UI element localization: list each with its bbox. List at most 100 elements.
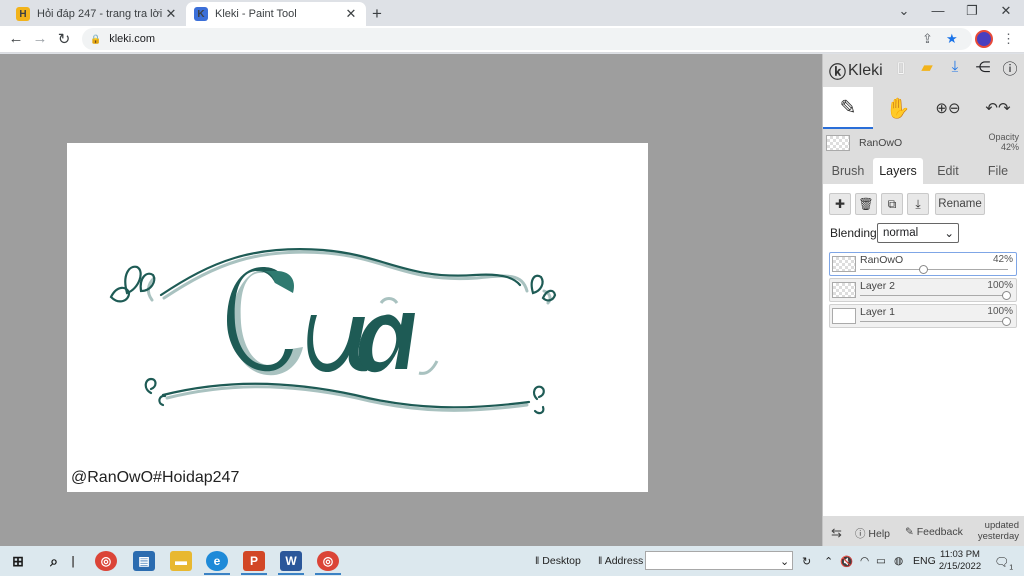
network-globe-icon[interactable]: ◍ xyxy=(894,555,903,567)
blending-select[interactable]: normal ⌄ xyxy=(877,223,959,243)
opacity-slider-knob[interactable] xyxy=(1002,317,1011,326)
file-explorer-icon[interactable]: ▬ xyxy=(170,551,192,571)
tray-chevron-up-icon[interactable]: ⌃ xyxy=(824,555,833,568)
layer-name: RanOwO xyxy=(860,254,904,266)
current-layer-opacity: Opacity 42% xyxy=(988,132,1019,152)
powerpoint-icon[interactable]: P xyxy=(243,551,265,571)
notification-center-icon[interactable]: 🗨1 xyxy=(994,555,1013,571)
tab-file[interactable]: File xyxy=(973,158,1023,184)
new-tab-plus-icon[interactable]: + xyxy=(372,4,382,24)
lettering-artwork xyxy=(109,248,557,415)
wifi-icon[interactable]: ◠ xyxy=(860,555,869,567)
tab-layers[interactable]: Layers xyxy=(873,158,923,184)
share-icon[interactable]: ⇪ xyxy=(922,31,933,47)
opacity-slider-knob[interactable] xyxy=(1002,291,1011,300)
edge-icon[interactable]: e xyxy=(206,551,228,571)
kleki-favicon-icon: K xyxy=(194,7,208,21)
blending-label: Blending xyxy=(830,226,877,240)
active-indicator xyxy=(204,573,230,575)
layer-opacity: 100% xyxy=(987,280,1013,291)
blending-value: normal xyxy=(883,227,919,239)
kleki-logo-icon: ⓚ xyxy=(829,63,846,82)
swap-icon[interactable]: ⇆ xyxy=(831,525,842,541)
help-icon[interactable]: ⓘ xyxy=(1000,58,1020,79)
opacity-slider-track[interactable] xyxy=(860,321,1008,322)
lock-icon: 🔒 xyxy=(90,33,102,44)
divider: | xyxy=(71,554,75,568)
tab-title: Kleki - Paint Tool xyxy=(215,8,297,20)
active-indicator xyxy=(278,573,304,575)
brush-tool-icon[interactable]: ✎ xyxy=(823,87,873,129)
store-icon[interactable]: ▤ xyxy=(133,551,155,571)
help-link[interactable]: ⓘ Help xyxy=(855,526,890,541)
kleki-logo[interactable]: ⓚ Kleki xyxy=(829,58,883,83)
date-text: 2/15/2022 xyxy=(938,561,982,572)
canvas-workspace[interactable]: @RanOwO#Hoidap247 xyxy=(0,54,822,546)
undo-redo-icon[interactable]: ↶↷ xyxy=(973,87,1023,129)
new-image-icon[interactable]: ▯ xyxy=(891,58,911,76)
chrome-icon[interactable]: ◎ xyxy=(317,551,339,571)
updated-line: updated xyxy=(984,520,1019,531)
minimize-icon[interactable]: — xyxy=(921,3,955,18)
tab-close-icon[interactable]: ✕ xyxy=(164,6,178,22)
merge-layer-icon[interactable]: ⤓ xyxy=(907,193,929,215)
language-indicator[interactable]: ENG xyxy=(913,555,936,567)
url-text: kleki.com xyxy=(109,33,156,45)
tab-kleki[interactable]: K Kleki - Paint Tool ✕ xyxy=(186,2,366,26)
chrome-icon[interactable]: ◎ xyxy=(95,551,117,571)
tab-edit[interactable]: Edit xyxy=(923,158,973,184)
window-close-icon[interactable]: ✕ xyxy=(989,3,1023,19)
profile-avatar[interactable] xyxy=(975,30,993,48)
hand-tool-icon[interactable]: ✋ xyxy=(873,87,923,129)
reload-icon[interactable]: ↻ xyxy=(54,30,74,48)
current-layer-name: RanOwO xyxy=(859,137,903,149)
layer-name: Layer 1 xyxy=(860,306,896,318)
delete-layer-icon[interactable]: 🗑 xyxy=(855,193,877,215)
windows-start-icon[interactable]: ⊞ xyxy=(7,551,29,571)
download-icon[interactable]: ⤓ xyxy=(945,58,965,75)
address-bar[interactable]: 🔒 kleki.com xyxy=(82,28,972,50)
drawing-canvas[interactable]: @RanOwO#Hoidap247 xyxy=(67,143,648,492)
restore-icon[interactable]: ❐ xyxy=(955,3,989,19)
volume-muted-icon[interactable]: 🔇 xyxy=(840,555,853,568)
app-name: Kleki xyxy=(848,61,883,79)
desktop-toolbar-label[interactable]: ‖ Desktop xyxy=(535,555,581,567)
back-arrow-icon[interactable]: ← xyxy=(6,30,26,47)
address-dropdown-chevron-icon[interactable]: ⌄ xyxy=(780,555,789,568)
feedback-link[interactable]: ✎ Feedback xyxy=(905,526,963,538)
share-icon[interactable]: ⋲ xyxy=(973,58,993,76)
browser-tab-strip: H Hỏi đáp 247 - trang tra lời ✕ K Kleki … xyxy=(0,0,1024,26)
opacity-slider-knob[interactable] xyxy=(919,265,928,274)
tab-close-icon[interactable]: ✕ xyxy=(344,6,358,22)
word-icon[interactable]: W xyxy=(280,551,302,571)
tab-hoidap[interactable]: H Hỏi đáp 247 - trang tra lời ✕ xyxy=(8,2,186,26)
layer-item[interactable]: Layer 1 100% xyxy=(829,304,1017,328)
updated-line: yesterday xyxy=(977,531,1019,542)
layer-item[interactable]: RanOwO 42% xyxy=(829,252,1017,276)
open-folder-icon[interactable]: ▰ xyxy=(917,58,937,76)
updated-note: updated yesterday xyxy=(978,520,1019,542)
battery-icon[interactable]: ▭ xyxy=(876,555,886,567)
address-input[interactable] xyxy=(645,551,793,570)
bookmark-star-icon[interactable]: ★ xyxy=(946,31,958,47)
zoom-in-out-icon[interactable]: ⊕⊖ xyxy=(923,87,973,129)
browser-toolbar: ← → ↻ 🔒 kleki.com ⇪ ★ ⋮ xyxy=(0,26,1024,53)
tab-brush[interactable]: Brush xyxy=(823,158,873,184)
opacity-slider-track[interactable] xyxy=(860,269,1008,270)
layer-item[interactable]: Layer 2 100% xyxy=(829,278,1017,302)
address-go-icon[interactable]: ↻ xyxy=(802,555,811,568)
forward-arrow-icon[interactable]: → xyxy=(30,30,50,47)
tool-row: ✎ ✋ ⊕⊖ ↶↷ xyxy=(823,87,1024,129)
menu-kebab-icon[interactable]: ⋮ xyxy=(1002,31,1015,47)
layer-thumbnail xyxy=(832,308,856,324)
clock[interactable]: 11:03 PM 2/15/2022 xyxy=(936,549,984,573)
active-indicator xyxy=(315,573,341,575)
rename-button[interactable]: Rename xyxy=(935,193,985,215)
add-layer-icon[interactable]: ✚ xyxy=(829,193,851,215)
duplicate-layer-icon[interactable]: ⧉ xyxy=(881,193,903,215)
layer-thumbnail xyxy=(832,256,856,272)
tab-search-chevron-icon[interactable]: ⌄ xyxy=(887,3,921,19)
search-icon[interactable]: ⌕ xyxy=(43,551,65,571)
opacity-slider-track[interactable] xyxy=(860,295,1008,296)
opacity-label: Opacity xyxy=(988,132,1019,142)
